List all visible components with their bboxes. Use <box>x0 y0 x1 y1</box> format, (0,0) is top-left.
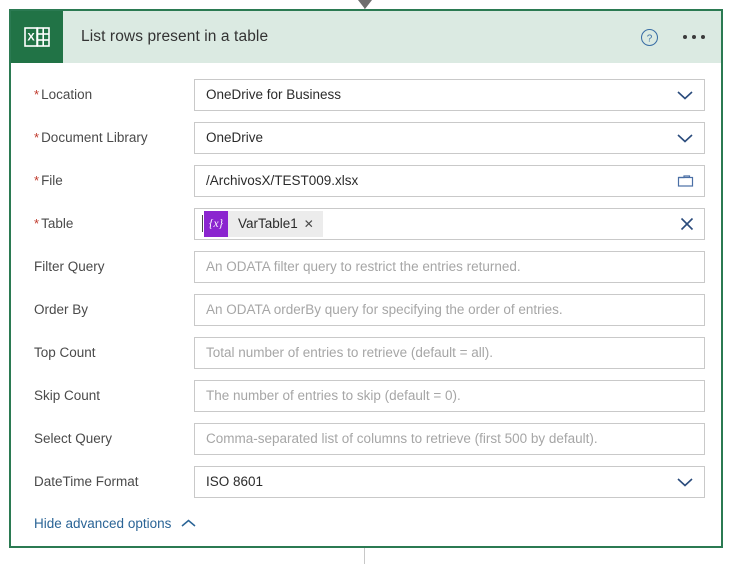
clear-x-icon[interactable] <box>679 216 695 232</box>
file-input[interactable]: /ArchivosX/TEST009.xlsx <box>194 164 705 197</box>
label-text: Location <box>41 87 93 102</box>
label-document-library: * Document Library <box>27 130 194 145</box>
location-value: OneDrive for Business <box>206 87 342 102</box>
chevron-down-icon[interactable] <box>675 89 695 101</box>
ellipsis-icon[interactable] <box>681 31 707 43</box>
flow-action-card-screen: X List rows present in a table ? * Locat… <box>0 0 730 564</box>
action-card: X List rows present in a table ? * Locat… <box>9 9 723 548</box>
form-row-table: * Table {x} VarTable1 ✕ <box>27 202 705 245</box>
excel-icon: X <box>11 11 63 63</box>
required-asterisk: * <box>34 87 40 102</box>
label-file: * File <box>27 173 194 188</box>
label-top-count: Top Count <box>34 345 96 360</box>
svg-text:?: ? <box>647 33 653 44</box>
form-row-order-by: Order By An ODATA orderBy query for spec… <box>27 288 705 331</box>
label-skip-count: Skip Count <box>34 388 101 403</box>
datetime-format-dropdown[interactable]: ISO 8601 <box>194 465 705 498</box>
select-query-placeholder: Comma-separated list of columns to retri… <box>206 431 598 446</box>
ellipsis-dot <box>701 35 705 39</box>
chevron-down-icon[interactable] <box>675 132 695 144</box>
location-dropdown[interactable]: OneDrive for Business <box>194 78 705 111</box>
label-filter-query: Filter Query <box>34 259 105 274</box>
form-row-location: * Location OneDrive for Business <box>27 73 705 116</box>
help-button[interactable]: ? <box>640 28 659 47</box>
form-row-select-query: Select Query Comma-separated list of col… <box>27 417 705 460</box>
flow-connector-bottom <box>364 548 365 564</box>
card-body: * Location OneDrive for Business * Documen… <box>11 63 721 546</box>
variable-token-label: VarTable1 <box>238 216 298 231</box>
skip-count-placeholder: The number of entries to skip (default =… <box>206 388 461 403</box>
text-caret <box>202 215 203 232</box>
required-asterisk: * <box>34 130 40 145</box>
label-select-query: Select Query <box>34 431 113 446</box>
label-order-by: Order By <box>34 302 89 317</box>
chevron-down-icon[interactable] <box>675 476 695 488</box>
skip-count-input[interactable]: The number of entries to skip (default =… <box>194 379 705 412</box>
token-remove-icon[interactable]: ✕ <box>302 218 323 230</box>
required-asterisk: * <box>34 216 40 231</box>
header-actions: ? <box>640 11 707 63</box>
table-token-wrap: {x} VarTable1 ✕ <box>195 210 323 237</box>
label-text: Document Library <box>41 130 148 145</box>
variable-token[interactable]: {x} VarTable1 ✕ <box>204 210 323 237</box>
form-row-file: * File /ArchivosX/TEST009.xlsx <box>27 159 705 202</box>
variable-icon: {x} <box>204 210 228 237</box>
arrow-down-icon <box>358 0 372 9</box>
hide-advanced-options-label: Hide advanced options <box>34 516 172 531</box>
form-row-top-count: Top Count Total number of entries to ret… <box>27 331 705 374</box>
chevron-up-icon[interactable] <box>180 518 197 529</box>
top-count-placeholder: Total number of entries to retrieve (def… <box>206 345 494 360</box>
form-row-datetime-format: DateTime Format ISO 8601 <box>27 460 705 503</box>
file-value: /ArchivosX/TEST009.xlsx <box>206 173 359 188</box>
folder-icon[interactable] <box>677 173 695 189</box>
document-library-value: OneDrive <box>206 130 264 145</box>
order-by-placeholder: An ODATA orderBy query for specifying th… <box>206 302 563 317</box>
hide-advanced-options-button[interactable]: Hide advanced options <box>27 503 705 531</box>
filter-query-placeholder: An ODATA filter query to restrict the en… <box>206 259 521 274</box>
table-input[interactable]: {x} VarTable1 ✕ <box>194 207 705 240</box>
label-text: File <box>41 173 63 188</box>
label-text: Table <box>41 216 74 231</box>
select-query-input[interactable]: Comma-separated list of columns to retri… <box>194 422 705 455</box>
form-row-skip-count: Skip Count The number of entries to skip… <box>27 374 705 417</box>
document-library-dropdown[interactable]: OneDrive <box>194 121 705 154</box>
required-asterisk: * <box>34 173 40 188</box>
ellipsis-dot <box>692 35 696 39</box>
order-by-input[interactable]: An ODATA orderBy query for specifying th… <box>194 293 705 326</box>
top-count-input[interactable]: Total number of entries to retrieve (def… <box>194 336 705 369</box>
label-datetime-format: DateTime Format <box>34 474 139 489</box>
filter-query-input[interactable]: An ODATA filter query to restrict the en… <box>194 250 705 283</box>
label-table: * Table <box>27 216 194 231</box>
card-header[interactable]: X List rows present in a table ? <box>11 11 721 63</box>
svg-text:X: X <box>27 32 35 44</box>
card-title: List rows present in a table <box>81 28 269 45</box>
ellipsis-dot <box>683 35 687 39</box>
form-row-document-library: * Document Library OneDrive <box>27 116 705 159</box>
form-row-filter-query: Filter Query An ODATA filter query to re… <box>27 245 705 288</box>
label-location: * Location <box>27 87 194 102</box>
datetime-format-value: ISO 8601 <box>206 474 264 489</box>
